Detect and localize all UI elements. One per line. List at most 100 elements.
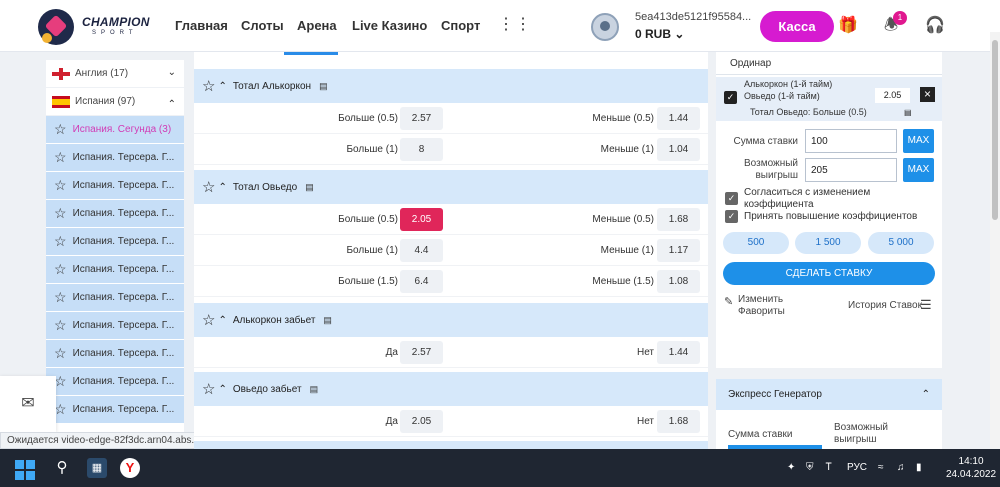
nav-arena[interactable]: Арена (297, 18, 337, 33)
quick-stake-5000[interactable]: 5 000 (868, 232, 934, 254)
headset-icon[interactable]: 🎧 (925, 16, 945, 36)
champion-logo[interactable]: CHAMPION SPORT (38, 9, 158, 45)
star-icon[interactable]: ☆ (202, 380, 215, 398)
sidebar-league-item[interactable]: ☆ Испания. Терсера. Г... (46, 284, 184, 312)
sidebar-league-item[interactable]: ☆ Испания. Терсера. Г... (46, 368, 184, 396)
odds-button[interactable]: 2.05 (400, 208, 443, 231)
feather-icon[interactable]: ✦ (787, 462, 795, 473)
quick-stake-500[interactable]: 500 (723, 232, 789, 254)
max-win-button[interactable]: MAX (903, 158, 934, 182)
star-icon[interactable]: ☆ (54, 177, 67, 194)
stake-input[interactable] (805, 129, 897, 153)
star-icon[interactable]: ☆ (54, 289, 67, 306)
accept-changes-checkbox[interactable]: ✓ (725, 192, 738, 205)
sidebar-league-item[interactable]: ☆ Испания. Терсера. Г... (46, 312, 184, 340)
odds-button[interactable]: 2.05 (400, 410, 443, 433)
odds-button[interactable]: 2.57 (400, 107, 443, 130)
max-stake-button[interactable]: MAX (903, 129, 934, 153)
yandex-browser-icon[interactable]: Y (120, 458, 140, 478)
odds-button[interactable]: 4.4 (400, 239, 443, 262)
calculator-icon[interactable]: ▦ (87, 458, 107, 478)
bet-history-link[interactable]: История Ставок (848, 300, 922, 311)
odds-button[interactable]: 1.17 (657, 239, 700, 262)
market-header[interactable]: ☆ ⌃ Овьедо забьет ▤ (194, 372, 708, 406)
cashier-button[interactable]: Касса (760, 11, 834, 42)
odds-button[interactable]: 2.57 (400, 341, 443, 364)
edit-favorites-link[interactable]: Изменить Фавориты (738, 294, 808, 318)
star-icon[interactable]: ☆ (54, 233, 67, 250)
star-icon[interactable]: ☆ (202, 77, 215, 95)
star-icon[interactable]: ☆ (54, 261, 67, 278)
sidebar-league-item[interactable]: ☆ Испания. Терсера. Г... (46, 172, 184, 200)
stats-icon[interactable]: ▤ (305, 182, 314, 193)
star-icon[interactable]: ☆ (202, 178, 215, 196)
mail-icon[interactable]: ✉ (0, 376, 56, 432)
stats-icon[interactable]: ▤ (323, 315, 332, 326)
avatar[interactable] (591, 13, 619, 41)
country-label: Испания (97) (75, 96, 136, 107)
sidebar-league-item[interactable]: ☆ Испания. Терсера. Г... (46, 200, 184, 228)
country-england[interactable]: Англия (17) ⌄ (46, 60, 184, 88)
page-scrollbar[interactable] (990, 32, 1000, 449)
market-header[interactable]: ☆ ⌃ Тотал Овьедо ▤ (194, 170, 708, 204)
system-clock[interactable]: 14:10 24.04.2022 (946, 455, 996, 481)
market-header[interactable]: ☆ ⌃ Алькоркон забьет ▤ (194, 303, 708, 337)
odds-button[interactable]: 8 (400, 138, 443, 161)
odds-button[interactable]: 1.68 (657, 410, 700, 433)
place-bet-button[interactable]: СДЕЛАТЬ СТАВКУ (723, 262, 935, 285)
menu-icon[interactable]: ☰ (920, 297, 932, 313)
shield-icon[interactable]: ⛨ (806, 462, 814, 473)
sidebar-league-item[interactable]: ☆ Испания. Терсера. Г... (46, 340, 184, 368)
star-icon[interactable]: ☆ (54, 317, 67, 334)
accept-raise-checkbox[interactable]: ✓ (725, 210, 738, 223)
nav-live-casino[interactable]: Live Казино (352, 18, 427, 33)
star-icon[interactable]: ☆ (54, 149, 67, 166)
language-indicator[interactable]: РУС (847, 462, 867, 473)
odds-button[interactable]: 6.4 (400, 270, 443, 293)
sidebar-league-item[interactable]: ☆ Испания. Терсера. Г... (46, 256, 184, 284)
odds-button[interactable]: 1.68 (657, 208, 700, 231)
more-menu-icon[interactable]: ⋮⋮ (498, 14, 532, 34)
search-icon[interactable]: ⚲ (52, 458, 72, 478)
star-icon[interactable]: ☆ (54, 205, 67, 222)
scrollbar-thumb[interactable] (992, 40, 998, 220)
star-icon[interactable]: ☆ (54, 121, 67, 138)
odds-button[interactable]: 1.44 (657, 341, 700, 364)
market-header[interactable]: ☆ ⌃ Тотал Алькоркон ▤ (194, 69, 708, 103)
star-icon[interactable]: ☆ (54, 345, 67, 362)
sidebar-league-item[interactable]: ☆ Испания. Терсера. Г... (46, 144, 184, 172)
quick-stake-1500[interactable]: 1 500 (795, 232, 861, 254)
stats-icon[interactable]: ▤ (319, 81, 328, 92)
odds-button[interactable]: 1.04 (657, 138, 700, 161)
wifi-icon[interactable]: ≈ (878, 462, 884, 473)
stats-icon[interactable]: ▤ (904, 108, 912, 117)
battery-icon[interactable]: ▮ (916, 462, 922, 473)
nav-sport[interactable]: Спорт (441, 18, 480, 33)
stats-icon[interactable]: ▤ (310, 384, 319, 395)
selection-checkbox[interactable]: ✓ (724, 91, 737, 104)
market-title: Алькоркон забьет (232, 314, 316, 326)
star-icon[interactable]: ☆ (202, 311, 215, 329)
country-spain[interactable]: Испания (97) ⌃ (46, 88, 184, 116)
edit-icon[interactable]: ✎ (724, 295, 733, 308)
selection-odd: 2.05 (875, 88, 910, 103)
balance[interactable]: 0 RUB ⌄ (635, 27, 684, 41)
remove-selection-button[interactable]: × (920, 87, 935, 102)
selection-team-2: Овьедо (1-й тайм) (744, 91, 820, 101)
odds-button[interactable]: 1.08 (657, 270, 700, 293)
express-generator-header[interactable]: Экспресс Генератор ⌃ (716, 379, 942, 410)
possible-win-label: Возможный выигрыш (743, 158, 798, 181)
possible-win-input[interactable] (805, 158, 897, 182)
tab-single[interactable]: Ординар (730, 58, 771, 69)
nav-slots[interactable]: Слоты (241, 18, 284, 33)
odds-button[interactable]: 1.44 (657, 107, 700, 130)
sidebar-league-item[interactable]: ☆ Испания. Сегунда (3) (46, 116, 184, 144)
nav-home[interactable]: Главная (175, 18, 228, 33)
gift-icon[interactable]: 🎁 (838, 16, 858, 36)
windows-start-icon[interactable] (15, 460, 35, 480)
volume-icon[interactable]: ♫ (897, 462, 905, 473)
sidebar-league-item[interactable]: ☆ Испания. Терсера. Г... (46, 228, 184, 256)
sidebar-league-item[interactable]: ☆ Испания. Терсера. Г... (46, 396, 184, 424)
market-header[interactable] (194, 441, 708, 449)
bluetooth-icon[interactable]: Ꭲ (826, 462, 832, 473)
